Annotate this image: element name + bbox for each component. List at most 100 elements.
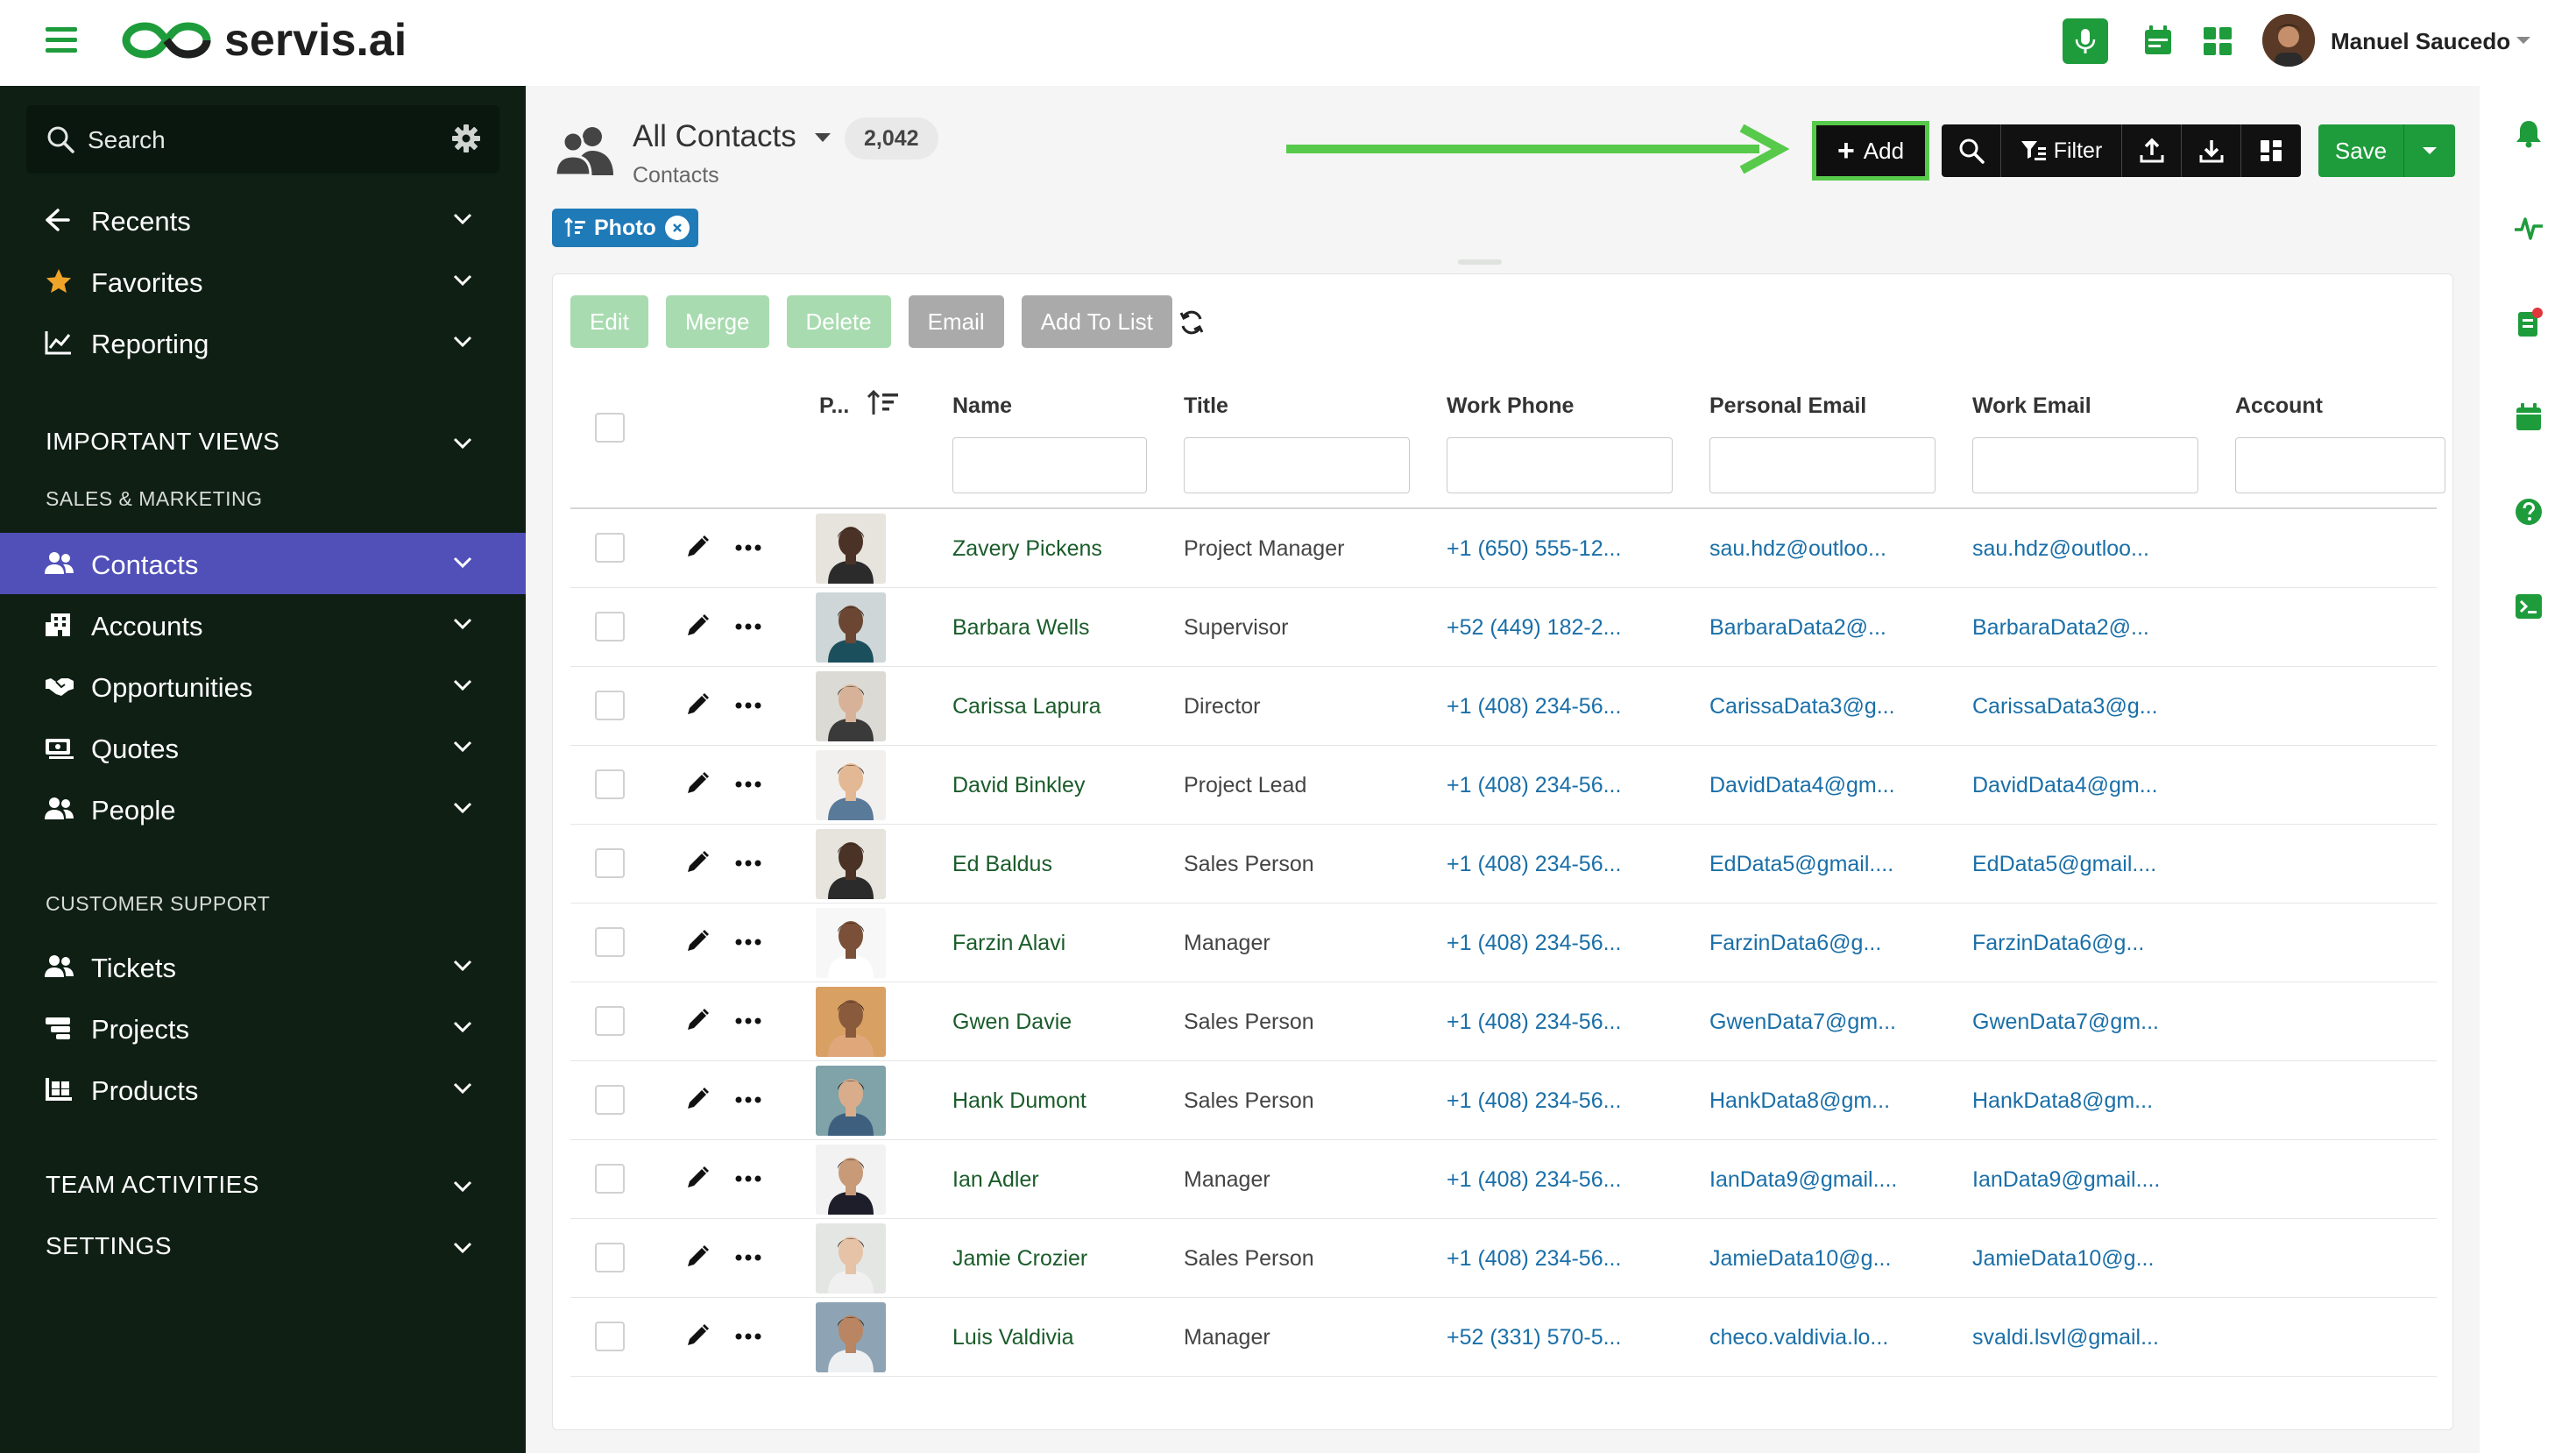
table-row[interactable]: Carissa Lapura Director +1 (408) 234-56...… [570,667,2437,746]
chevron-down-icon[interactable] [452,556,473,570]
row-checkbox[interactable] [595,1243,625,1272]
row-checkbox[interactable] [595,1006,625,1036]
work-phone-filter-input[interactable] [1447,437,1673,493]
table-row[interactable]: Ed Baldus Sales Person +1 (408) 234-56... E… [570,825,2437,904]
apps-button[interactable] [2199,23,2236,60]
sort-icon[interactable] [867,388,902,418]
table-row[interactable]: Luis Valdivia Manager +52 (331) 570-5... ch… [570,1298,2437,1377]
chevron-down-icon[interactable] [452,740,473,754]
tasks-clipboard-icon[interactable] [2513,307,2544,338]
sidebar-item-quotes[interactable]: Quotes [0,717,526,778]
more-options-icon[interactable] [735,1333,761,1340]
contact-photo[interactable] [816,671,886,741]
add-button[interactable]: + Add [1812,121,1929,181]
name-filter-input[interactable] [952,437,1147,493]
contact-photo[interactable] [816,908,886,978]
chevron-down-icon[interactable] [452,1180,473,1194]
chevron-down-icon[interactable] [452,1020,473,1034]
cell-name[interactable]: Hank Dumont [952,1088,1086,1114]
row-checkbox[interactable] [595,612,625,641]
cell-work-phone[interactable]: +1 (408) 234-56... [1447,931,1621,956]
sidebar-item-recents[interactable]: Recents [0,189,526,251]
calendar-icon[interactable] [2513,401,2544,433]
calendar-button[interactable] [2140,23,2176,60]
more-options-icon[interactable] [735,781,761,788]
section-important-views[interactable]: IMPORTANT VIEWS [46,428,280,456]
cell-name[interactable]: Luis Valdivia [952,1325,1074,1350]
pencil-edit-icon[interactable] [684,1007,711,1033]
column-header-title[interactable]: Title [1184,393,1228,419]
chevron-down-icon[interactable] [452,212,473,226]
delete-button[interactable]: Delete [786,295,891,348]
cell-work-phone[interactable]: +52 (331) 570-5... [1447,1325,1621,1350]
cell-work-phone[interactable]: +52 (449) 182-2... [1447,615,1621,641]
sidebar-item-products[interactable]: Products [0,1059,526,1120]
row-checkbox[interactable] [595,848,625,878]
contact-photo[interactable] [816,1145,886,1215]
cell-name[interactable]: David Binkley [952,773,1085,798]
chevron-down-icon[interactable] [452,436,473,450]
cell-work-phone[interactable]: +1 (408) 234-56... [1447,1167,1621,1193]
more-options-icon[interactable] [735,544,761,551]
sidebar-item-accounts[interactable]: Accounts [0,594,526,656]
cell-work-email[interactable]: JamieData10@g... [1972,1246,2154,1272]
activity-pulse-icon[interactable] [2513,212,2544,244]
cell-work-email[interactable]: FarzinData6@g... [1972,931,2144,956]
more-options-icon[interactable] [735,1096,761,1103]
contact-photo[interactable] [816,514,886,584]
table-row[interactable]: Zavery Pickens Project Manager +1 (650) 55… [570,509,2437,588]
sidebar-item-favorites[interactable]: Favorites [0,251,526,312]
cell-work-phone[interactable]: +1 (408) 234-56... [1447,852,1621,877]
cell-work-phone[interactable]: +1 (408) 234-56... [1447,1088,1621,1114]
pencil-edit-icon[interactable] [684,1322,711,1349]
pencil-edit-icon[interactable] [684,770,711,797]
row-checkbox[interactable] [595,1085,625,1115]
table-row[interactable]: Barbara Wells Supervisor +52 (449) 182-2..… [570,588,2437,667]
cell-personal-email[interactable]: BarbaraData2@... [1709,615,1886,641]
cell-work-phone[interactable]: +1 (408) 234-56... [1447,694,1621,719]
sidebar-item-opportunities[interactable]: Opportunities [0,656,526,717]
sidebar-item-projects[interactable]: Projects [0,997,526,1059]
download-button[interactable] [2182,124,2241,177]
view-dropdown-caret-icon[interactable] [813,131,832,144]
cell-name[interactable]: Gwen Davie [952,1010,1072,1035]
cell-personal-email[interactable]: checo.valdivia.lo... [1709,1325,1888,1350]
cell-work-email[interactable]: sau.hdz@outloo... [1972,536,2149,562]
sidebar-item-people[interactable]: People [0,778,526,840]
add-to-list-button[interactable]: Add To List [1021,295,1172,348]
sidebar-item-reporting[interactable]: Reporting [0,312,526,373]
user-menu-caret-icon[interactable] [2515,35,2532,46]
table-row[interactable]: Hank Dumont Sales Person +1 (408) 234-56..… [570,1061,2437,1140]
notifications-bell-icon[interactable] [2513,117,2544,149]
account-filter-input[interactable] [2235,437,2445,493]
pencil-edit-icon[interactable] [684,534,711,560]
cell-work-email[interactable]: BarbaraData2@... [1972,615,2149,641]
hamburger-menu-icon[interactable] [44,25,79,56]
contact-photo[interactable] [816,750,886,820]
chevron-down-icon[interactable] [452,678,473,692]
chevron-down-icon[interactable] [452,1241,473,1255]
cell-personal-email[interactable]: FarzinData6@g... [1709,931,1881,956]
table-row[interactable]: David Binkley Project Lead +1 (408) 234-56… [570,746,2437,825]
cell-personal-email[interactable]: JamieData10@g... [1709,1246,1891,1272]
cell-name[interactable]: Ian Adler [952,1167,1039,1193]
brand-logo[interactable]: servis.ai [121,14,407,67]
row-checkbox[interactable] [595,769,625,799]
more-options-icon[interactable] [735,1254,761,1261]
refresh-icon[interactable] [1178,309,1205,336]
more-options-icon[interactable] [735,702,761,709]
pencil-edit-icon[interactable] [684,1165,711,1191]
cell-personal-email[interactable]: DavidData4@gm... [1709,773,1895,798]
pencil-edit-icon[interactable] [684,1086,711,1112]
cell-name[interactable]: Zavery Pickens [952,536,1102,562]
column-header-account[interactable]: Account [2235,393,2323,419]
row-checkbox[interactable] [595,927,625,957]
user-avatar[interactable] [2262,14,2315,67]
title-filter-input[interactable] [1184,437,1410,493]
search-button[interactable] [1942,124,2001,177]
pencil-edit-icon[interactable] [684,1244,711,1270]
chevron-down-icon[interactable] [452,959,473,973]
cell-work-email[interactable]: HankData8@gm... [1972,1088,2153,1114]
table-row[interactable]: Ian Adler Manager +1 (408) 234-56... IanDat… [570,1140,2437,1219]
save-button[interactable]: Save [2318,124,2404,177]
